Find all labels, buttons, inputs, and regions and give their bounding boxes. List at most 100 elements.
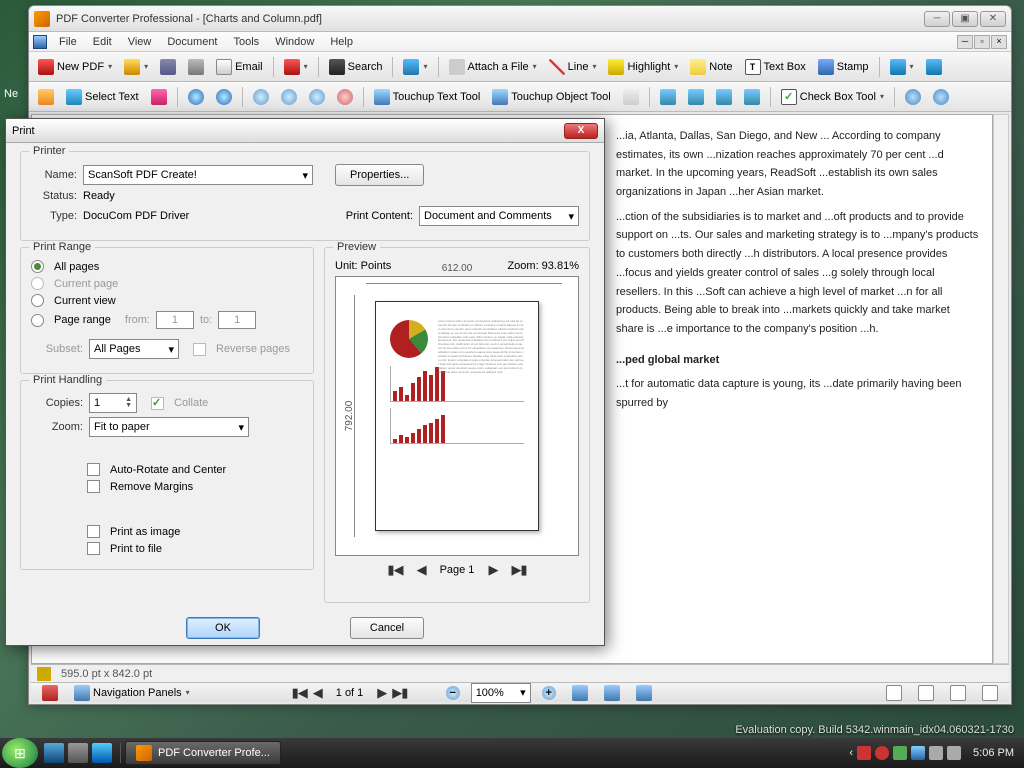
quicklaunch-desktop[interactable] — [44, 743, 64, 763]
zoomout-footer-button[interactable]: − — [441, 682, 465, 704]
hand-tool-button[interactable] — [33, 86, 59, 108]
close-button[interactable]: ✕ — [980, 11, 1006, 27]
loupe-button[interactable] — [332, 86, 358, 108]
select-text-button[interactable]: Select Text — [61, 86, 144, 108]
print-button[interactable] — [183, 56, 209, 78]
menu-file[interactable]: File — [51, 34, 85, 50]
to-input[interactable]: 1 — [218, 311, 256, 329]
copies-input[interactable]: 1▲▼ — [89, 393, 137, 413]
zoomin-footer-button[interactable]: + — [537, 682, 561, 704]
textbox-button[interactable]: TText Box — [740, 56, 811, 78]
minimize-button[interactable]: ─ — [924, 11, 950, 27]
mdi-minimize-button[interactable]: ─ — [957, 35, 973, 49]
menu-window[interactable]: Window — [267, 34, 322, 50]
save-button[interactable] — [155, 56, 181, 78]
redo-button[interactable] — [928, 86, 954, 108]
last-page-button[interactable]: ▶▮ — [392, 685, 407, 701]
panel-toggle-button[interactable] — [37, 682, 63, 704]
properties-button[interactable]: Properties... — [335, 164, 424, 186]
collate-checkbox[interactable] — [151, 397, 164, 410]
tray-status-icon[interactable] — [893, 746, 907, 760]
preview-prev-button[interactable]: ◀ — [417, 562, 426, 578]
vertical-scrollbar[interactable] — [993, 114, 1009, 664]
window-button[interactable]: ▾ — [885, 56, 919, 78]
back-button[interactable] — [183, 86, 209, 108]
first-page-button[interactable]: ▮◀ — [292, 685, 307, 701]
fit-width-button[interactable] — [567, 682, 593, 704]
touchup-object-button[interactable]: Touchup Object Tool — [487, 86, 615, 108]
current-page-radio[interactable] — [31, 277, 44, 290]
actual-size-button[interactable] — [631, 682, 657, 704]
tray-block-icon[interactable] — [875, 746, 889, 760]
new-pdf-button[interactable]: New PDF▾ — [33, 56, 117, 78]
tray-printer-icon[interactable] — [929, 746, 943, 760]
zoomout-button[interactable] — [276, 86, 302, 108]
menu-document[interactable]: Document — [159, 34, 225, 50]
remove-margins-checkbox[interactable] — [87, 480, 100, 493]
quicklaunch-switch[interactable] — [68, 743, 88, 763]
print-content-select[interactable]: Document and Comments▾ — [419, 206, 579, 226]
start-button[interactable]: ⊞ — [2, 738, 38, 768]
menu-tools[interactable]: Tools — [226, 34, 268, 50]
clock[interactable]: 5:06 PM — [965, 747, 1022, 759]
convert-button[interactable]: ▾ — [279, 56, 313, 78]
highlight-button[interactable]: Highlight▾ — [603, 56, 683, 78]
fit-page-button[interactable] — [599, 682, 625, 704]
form1-button[interactable] — [655, 86, 681, 108]
continuous-facing-button[interactable] — [977, 682, 1003, 704]
cancel-button[interactable]: Cancel — [350, 617, 424, 639]
menu-view[interactable]: View — [120, 34, 160, 50]
line-button[interactable]: Line▾ — [544, 56, 602, 78]
preview-next-button[interactable]: ▶ — [488, 562, 497, 578]
extra-button[interactable]: ▾ — [398, 56, 432, 78]
form4-button[interactable] — [739, 86, 765, 108]
zoom-select[interactable]: Fit to paper▾ — [89, 417, 249, 437]
stamp-button[interactable]: Stamp — [813, 56, 874, 78]
snapshot-button[interactable] — [146, 86, 172, 108]
page-range-radio[interactable] — [31, 314, 44, 327]
reverse-checkbox[interactable] — [193, 343, 206, 356]
menu-help[interactable]: Help — [322, 34, 361, 50]
zoom-select[interactable]: 100%▾ — [471, 683, 531, 703]
tray-chevron[interactable]: ‹ — [849, 747, 853, 759]
note-button[interactable]: Note — [685, 56, 737, 78]
next-page-button[interactable]: ▶ — [377, 685, 386, 701]
mdi-restore-button[interactable]: ▫ — [974, 35, 990, 49]
forward-button[interactable] — [211, 86, 237, 108]
undo-button[interactable] — [900, 86, 926, 108]
print-image-checkbox[interactable] — [87, 525, 100, 538]
single-page-button[interactable] — [881, 682, 907, 704]
checkbox-tool-button[interactable]: ✓Check Box Tool▾ — [776, 86, 889, 108]
all-pages-radio[interactable] — [31, 260, 44, 273]
from-input[interactable]: 1 — [156, 311, 194, 329]
maximize-button[interactable]: ▣ — [952, 11, 978, 27]
autorotate-checkbox[interactable] — [87, 463, 100, 476]
nav-panels-button[interactable]: Navigation Panels▾ — [69, 682, 195, 704]
open-button[interactable]: ▾ — [119, 56, 153, 78]
email-button[interactable]: Email — [211, 56, 268, 78]
zoomin-button[interactable] — [248, 86, 274, 108]
search-button[interactable]: Search — [324, 56, 388, 78]
menu-edit[interactable]: Edit — [85, 34, 120, 50]
form2-button[interactable] — [683, 86, 709, 108]
tray-volume-icon[interactable] — [947, 746, 961, 760]
mdi-close-button[interactable]: × — [991, 35, 1007, 49]
printer-select[interactable]: ScanSoft PDF Create!▾ — [83, 165, 313, 185]
pointer-button[interactable] — [618, 86, 644, 108]
subset-select[interactable]: All Pages▾ — [89, 339, 179, 359]
prev-page-button[interactable]: ◀ — [313, 685, 322, 701]
current-view-radio[interactable] — [31, 294, 44, 307]
continuous-button[interactable] — [913, 682, 939, 704]
tray-shield-icon[interactable] — [857, 746, 871, 760]
dialog-close-button[interactable]: X — [564, 123, 598, 139]
quicklaunch-ie[interactable] — [92, 743, 112, 763]
form3-button[interactable] — [711, 86, 737, 108]
taskbar-app-button[interactable]: PDF Converter Profe... — [125, 741, 281, 765]
touchup-text-button[interactable]: Touchup Text Tool — [369, 86, 486, 108]
view-button[interactable] — [921, 56, 947, 78]
facing-button[interactable] — [945, 682, 971, 704]
preview-first-button[interactable]: ▮◀ — [387, 562, 402, 578]
marquee-button[interactable] — [304, 86, 330, 108]
tray-app-icon[interactable] — [911, 746, 925, 760]
preview-last-button[interactable]: ▶▮ — [511, 562, 526, 578]
